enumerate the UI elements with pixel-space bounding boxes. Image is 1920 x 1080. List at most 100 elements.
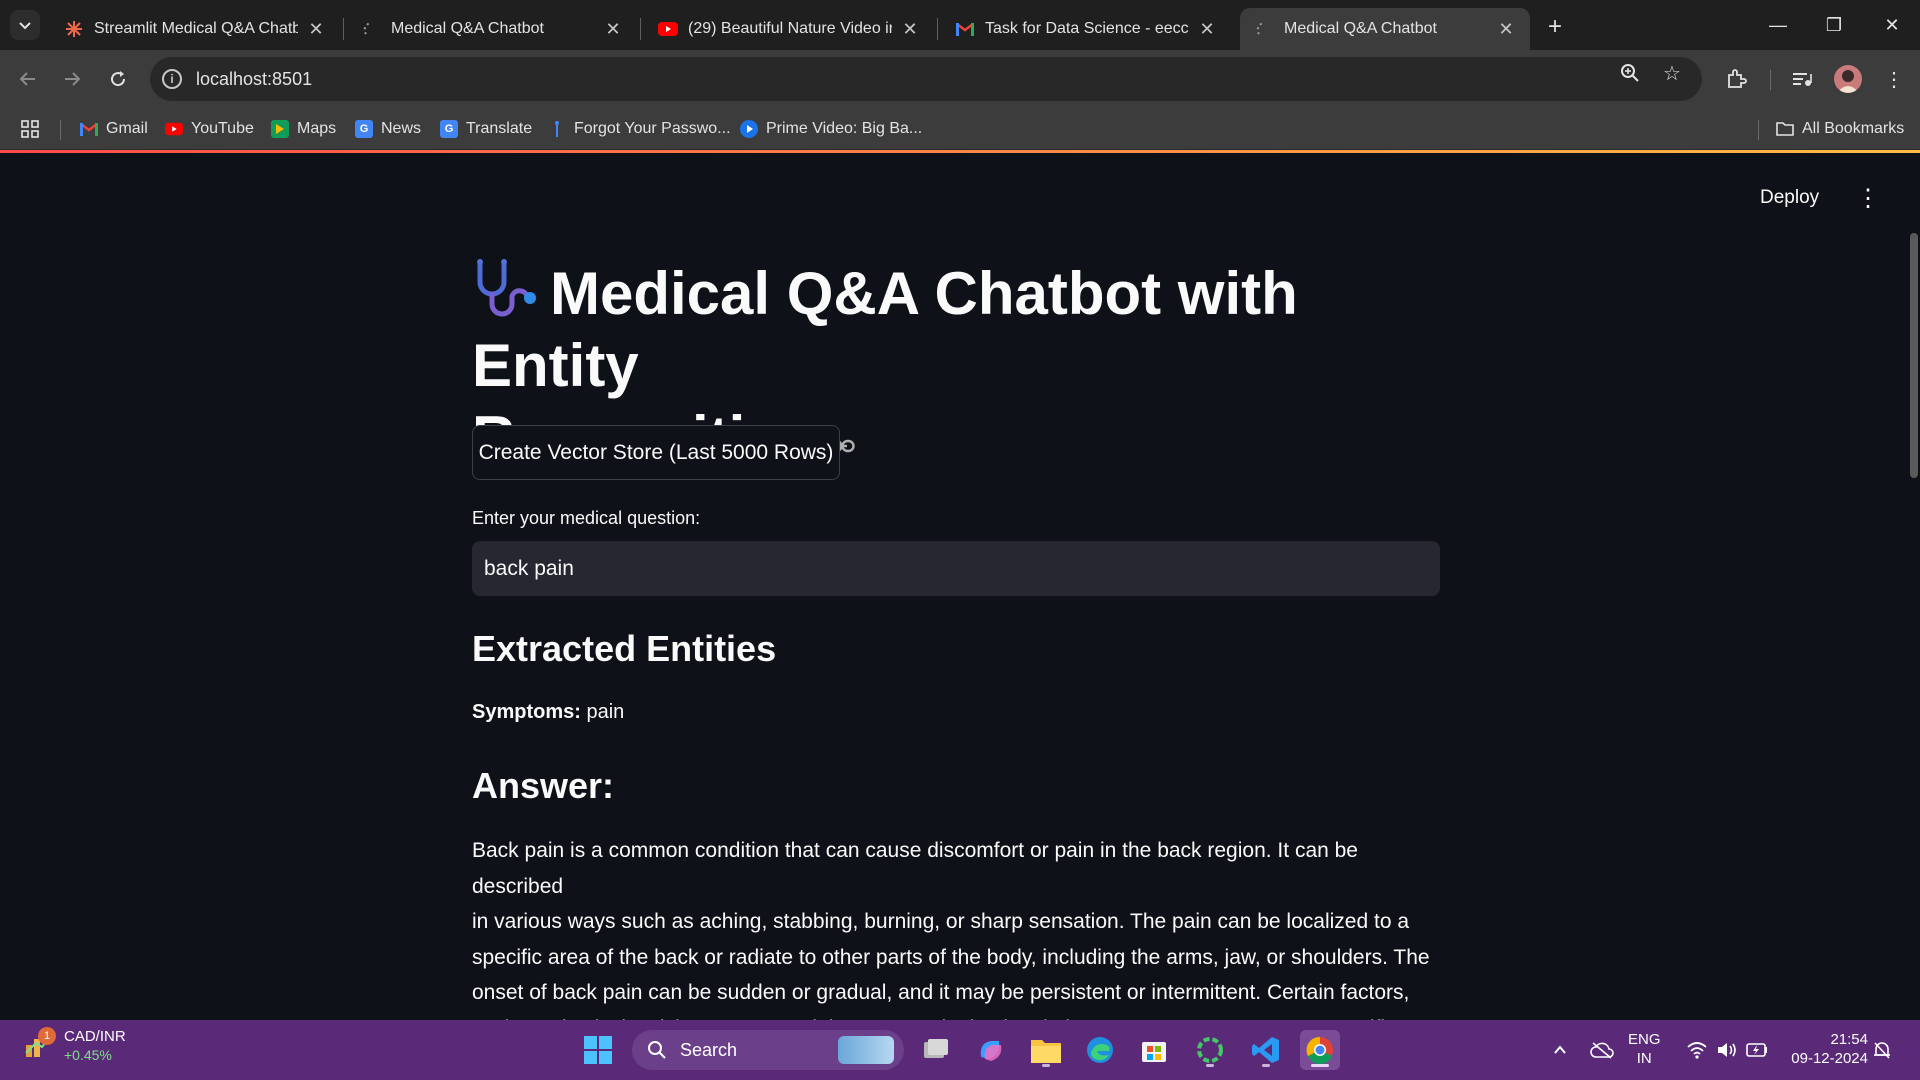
answer-line: such as physical activity, posture, or i… [472,1011,1440,1021]
bookmark-gmail[interactable]: Gmail [80,116,148,142]
taskbar-search[interactable]: Search [632,1030,904,1070]
bookmark-label: Gmail [106,120,148,137]
file-explorer-icon[interactable] [1026,1030,1066,1070]
bookmark-label: Forgot Your Passwo... [574,120,731,137]
loading-icon [361,19,381,39]
tab-search-button[interactable] [10,10,40,40]
extensions-icon[interactable] [1724,67,1748,91]
answer-line: in various ways such as aching, stabbing… [472,910,1410,933]
close-icon[interactable]: ✕ [1496,19,1516,39]
running-indicator [1042,1064,1050,1067]
language-indicator[interactable]: ENG IN [1628,1030,1661,1068]
vscode-icon[interactable] [1246,1030,1286,1070]
lang-line-1: ENG [1628,1031,1661,1048]
folder-icon [1776,120,1794,138]
notification-bell-icon[interactable] [1872,1020,1892,1080]
windows-taskbar: 1 CAD/INR +0.45% Search ENG IN 21:54 09-… [0,1020,1920,1080]
forward-button[interactable] [54,61,90,97]
arrow-left-icon [19,72,35,86]
windows-icon [584,1036,612,1064]
profile-avatar[interactable] [1834,65,1862,93]
chevron-up-icon [1554,1045,1566,1054]
volume-icon[interactable] [1716,1020,1738,1080]
bookmark-maps[interactable]: Maps [271,116,336,142]
arrow-right-icon [65,72,81,86]
address-bar[interactable]: i localhost:8501 [150,57,1702,101]
bookmark-label: YouTube [191,120,254,137]
system-clock[interactable]: 21:54 09-12-2024 [1784,1030,1868,1068]
chevron-down-icon [19,22,31,30]
back-button[interactable] [10,61,46,97]
tab-gmail-task[interactable]: Task for Data Science - eecc.shl ✕ [941,8,1231,50]
gmail-icon [955,19,975,39]
reload-button[interactable] [100,61,136,97]
symptoms-label: Symptoms: [472,701,581,723]
bookmark-news[interactable]: G News [355,116,421,142]
tab-title: Streamlit Medical Q&A Chatbot [94,20,298,37]
onedrive-icon[interactable] [1590,1020,1614,1080]
bookmark-youtube[interactable]: YouTube [165,116,254,142]
answer-text: Back pain is a common condition that can… [472,833,1440,1020]
bookmark-label: Translate [466,120,533,137]
task-view-icon[interactable] [916,1030,956,1070]
streamlit-icon [64,19,84,39]
bookmark-label: News [381,120,422,137]
zoom-icon[interactable] [1618,61,1642,85]
close-window-button[interactable]: ✕ [1864,0,1920,50]
battery-icon[interactable] [1746,1020,1768,1080]
deploy-button[interactable]: Deploy [1760,187,1819,209]
youtube-icon [658,19,678,39]
browser-toolbar: i localhost:8501 ☆ ⋮ [0,50,1920,108]
prime-video-icon [740,120,758,138]
new-tab-button[interactable]: + [1540,12,1570,42]
close-icon[interactable]: ✕ [306,19,326,39]
show-hidden-icons[interactable] [1552,1020,1568,1080]
close-icon[interactable]: ✕ [1197,19,1217,39]
minimize-button[interactable]: — [1750,0,1806,50]
translate-icon: G [440,120,458,138]
microsoft-store-icon[interactable] [1134,1030,1174,1070]
chrome-taskbar-icon[interactable] [1300,1030,1340,1070]
streamlit-app: Deploy ⋮ Medical Q&A Chatbot with Entity… [0,153,1920,1020]
running-indicator [1311,1064,1329,1067]
question-input[interactable]: back pain [472,541,1440,596]
site-info-icon[interactable]: i [162,69,182,89]
tab-strip: Streamlit Medical Q&A Chatbot ✕ Medical … [0,0,1920,50]
symptoms-value: pain [586,701,625,723]
title-line-1: Medical Q&A Chatbot with Entity [472,260,1298,399]
tab-medical-chatbot[interactable]: Medical Q&A Chatbot ✕ [347,8,637,50]
bookmarks-divider [60,120,61,140]
tab-streamlit-chatbot[interactable]: Streamlit Medical Q&A Chatbot ✕ [50,8,340,50]
wifi-icon[interactable] [1686,1020,1708,1080]
tab-youtube-video[interactable]: (29) Beautiful Nature Video in 4 ✕ [644,8,934,50]
all-bookmarks-button[interactable]: All Bookmarks [1776,116,1904,142]
page-scrollbar[interactable] [1910,233,1918,478]
start-button[interactable] [578,1030,618,1070]
close-icon[interactable]: ✕ [900,19,920,39]
bookmark-label: All Bookmarks [1802,120,1905,137]
chrome-menu-icon[interactable]: ⋮ [1882,67,1906,91]
restore-button[interactable]: ❐ [1806,0,1862,50]
bookmark-star-icon[interactable]: ☆ [1660,61,1684,85]
media-control-icon[interactable] [1790,67,1814,91]
answer-line: specific area of the back or radiate to … [472,945,1430,969]
bookmark-forgot-password[interactable]: Forgot Your Passwo... [548,116,731,142]
tab-title: Medical Q&A Chatbot [1284,20,1437,37]
main-menu-icon[interactable]: ⋮ [1856,183,1880,213]
running-indicator [1262,1064,1270,1067]
copilot-icon[interactable] [970,1030,1010,1070]
bookmark-translate[interactable]: G Translate [440,116,532,142]
edge-icon[interactable] [1080,1030,1120,1070]
currency-widget[interactable]: 1 CAD/INR +0.45% [22,1026,126,1063]
chart-widget-icon: 1 [22,1026,56,1061]
close-icon[interactable]: ✕ [603,19,623,39]
tab-separator [343,18,344,40]
tab-medical-chatbot-active[interactable]: Medical Q&A Chatbot ✕ [1240,8,1530,50]
bookmark-prime-video[interactable]: Prime Video: Big Ba... [740,116,922,142]
answer-heading: Answer: [472,765,615,806]
search-icon [646,1039,668,1061]
spinner-app-icon[interactable] [1190,1030,1230,1070]
symptoms-line: Symptoms: pain [472,701,624,724]
apps-grid-icon[interactable] [20,116,40,142]
create-vector-store-button[interactable]: Create Vector Store (Last 5000 Rows) [472,425,840,480]
